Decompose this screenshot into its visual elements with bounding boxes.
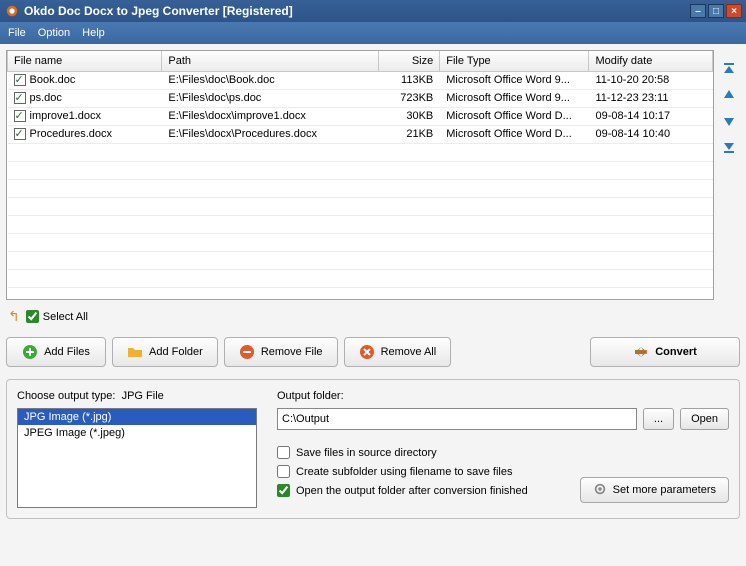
app-icon [4,3,20,19]
create-subfolder-label: Create subfolder using filename to save … [296,466,512,478]
select-all-row: ↰ Select All [6,304,740,329]
menu-file[interactable]: File [8,27,26,39]
select-all-checkbox[interactable] [26,310,39,323]
gear-icon [593,482,607,499]
col-header-date[interactable]: Modify date [589,51,713,71]
add-icon [22,344,38,360]
table-row[interactable]: ps.docE:\Files\doc\ps.doc723KBMicrosoft … [8,89,713,107]
add-folder-button[interactable]: Add Folder [112,337,218,367]
folder-icon [127,344,143,360]
reorder-controls [718,50,740,300]
row-checkbox[interactable] [14,74,26,86]
output-folder-label: Output folder: [277,390,729,402]
menu-help[interactable]: Help [82,27,105,39]
close-button[interactable]: × [726,4,742,18]
move-top-button[interactable] [720,60,738,78]
list-item[interactable]: JPEG Image (*.jpeg) [18,425,256,441]
output-folder-section: Output folder: ... Open Save files in so… [277,390,729,508]
row-checkbox[interactable] [14,110,26,122]
output-type-label: Choose output type: JPG File [17,390,257,402]
table-row[interactable]: improve1.docxE:\Files\docx\improve1.docx… [8,107,713,125]
save-source-checkbox[interactable] [277,446,290,459]
up-folder-icon[interactable]: ↰ [8,308,20,325]
list-item[interactable]: JPG Image (*.jpg) [18,409,256,425]
table-row[interactable]: Book.docE:\Files\doc\Book.doc113KBMicros… [8,71,713,89]
file-grid[interactable]: File name Path Size File Type Modify dat… [6,50,714,300]
maximize-button[interactable]: □ [708,4,724,18]
set-more-parameters-button[interactable]: Set more parameters [580,477,729,503]
output-folder-input[interactable] [277,408,637,430]
row-checkbox[interactable] [14,128,26,140]
file-list-area: File name Path Size File Type Modify dat… [6,50,740,300]
remove-file-button[interactable]: Remove File [224,337,338,367]
convert-icon [633,344,649,360]
menu-option[interactable]: Option [38,27,70,39]
content-area: File name Path Size File Type Modify dat… [0,44,746,566]
window-controls: – □ × [690,4,742,18]
col-header-name[interactable]: File name [8,51,162,71]
create-subfolder-checkbox[interactable] [277,465,290,478]
window-title: Okdo Doc Docx to Jpeg Converter [Registe… [24,4,690,18]
open-after-checkbox[interactable] [277,484,290,497]
convert-button[interactable]: Convert [590,337,740,367]
select-all-text: Select All [43,311,88,323]
remove-icon [239,344,255,360]
select-all-label[interactable]: Select All [26,310,88,323]
output-type-listbox[interactable]: JPG Image (*.jpg)JPEG Image (*.jpeg) [17,408,257,508]
add-files-button[interactable]: Add Files [6,337,106,367]
main-window: Okdo Doc Docx to Jpeg Converter [Registe… [0,0,746,566]
menubar: File Option Help [0,22,746,44]
save-source-label: Save files in source directory [296,447,437,459]
remove-all-icon [359,344,375,360]
remove-all-button[interactable]: Remove All [344,337,452,367]
move-bottom-button[interactable] [720,138,738,156]
open-after-label: Open the output folder after conversion … [296,485,528,497]
row-checkbox[interactable] [14,92,26,104]
move-down-button[interactable] [720,112,738,130]
output-type-section: Choose output type: JPG File JPG Image (… [17,390,257,508]
open-folder-button[interactable]: Open [680,408,729,430]
move-up-button[interactable] [720,86,738,104]
minimize-button[interactable]: – [690,4,706,18]
output-panel: Choose output type: JPG File JPG Image (… [6,379,740,519]
col-header-type[interactable]: File Type [440,51,589,71]
col-header-size[interactable]: Size [378,51,440,71]
col-header-path[interactable]: Path [162,51,378,71]
table-row[interactable]: Procedures.docxE:\Files\docx\Procedures.… [8,125,713,143]
titlebar: Okdo Doc Docx to Jpeg Converter [Registe… [0,0,746,22]
browse-folder-button[interactable]: ... [643,408,674,430]
action-buttons: Add Files Add Folder Remove File Remove … [6,333,740,371]
